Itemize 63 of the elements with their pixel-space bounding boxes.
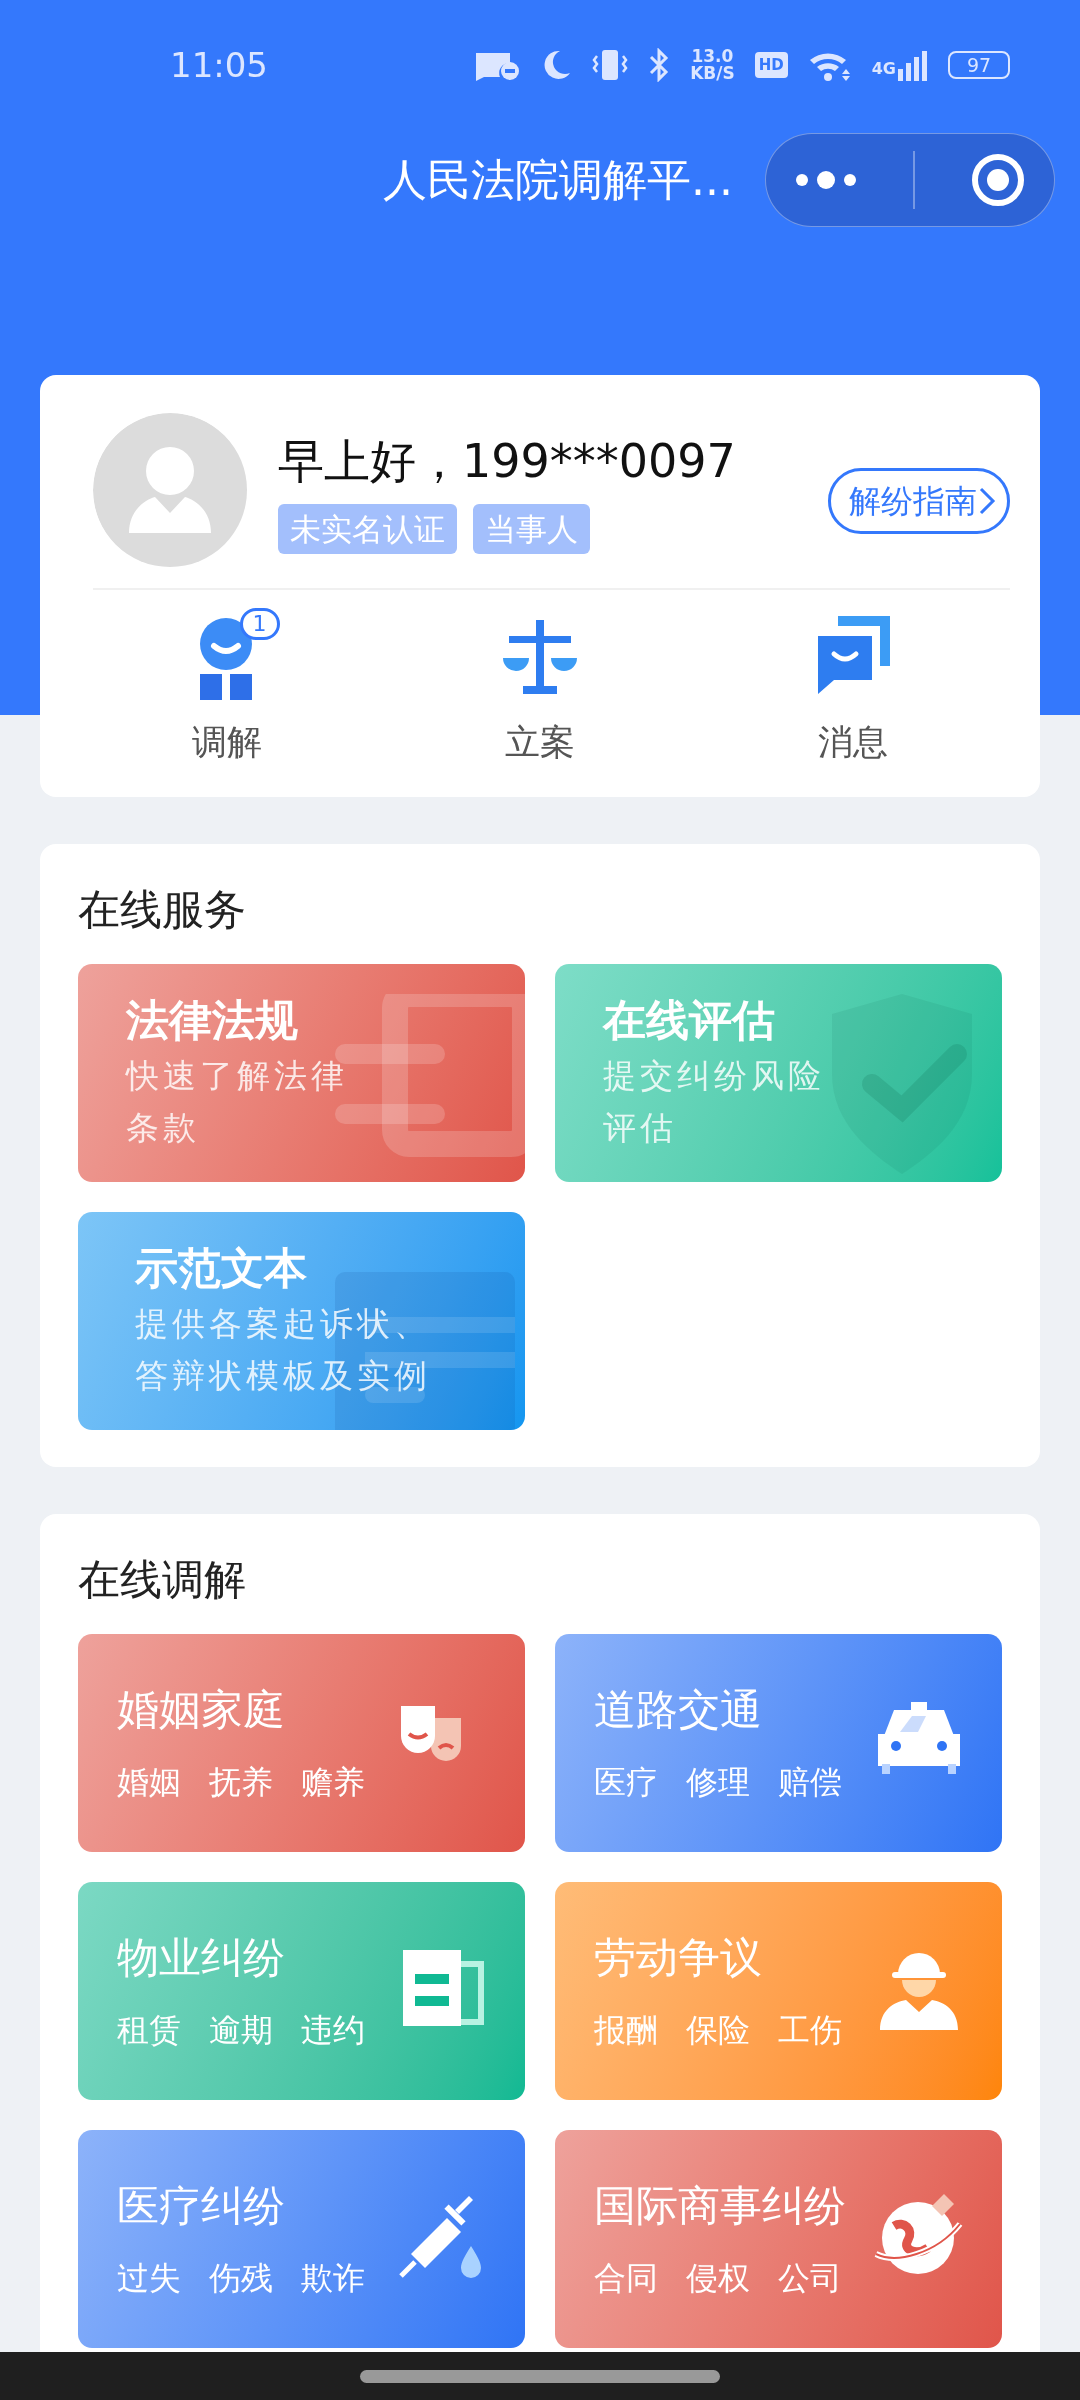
card-tag: 逾期 bbox=[209, 2005, 273, 2054]
category-card[interactable]: 医疗纠纷 过失 伤残 欺诈 bbox=[78, 2129, 525, 2348]
card-description: 提交纠纷风险评估 bbox=[603, 1054, 826, 1149]
guide-button[interactable]: 解纷指南 bbox=[828, 467, 1010, 534]
card-title: 劳动争议 bbox=[594, 1931, 763, 1984]
card-title: 物业纠纷 bbox=[117, 1931, 286, 1984]
service-card[interactable]: 示范文本 提供各案起诉状、答辩状模板及实例 bbox=[78, 1211, 525, 1430]
card-title: 法律法规 bbox=[126, 993, 299, 1047]
service-card[interactable]: 法律法规 快速了解法律条款 bbox=[78, 963, 525, 1182]
shortcut-label[interactable]: 消息 bbox=[817, 716, 888, 769]
network-type: 4G bbox=[871, 58, 896, 80]
speed-unit: KB/S bbox=[690, 65, 735, 82]
service-card[interactable]: 在线评估 提交纠纷风险评估 bbox=[555, 963, 1002, 1182]
count-badge: 1 bbox=[239, 608, 280, 640]
card-description: 快速了解法律条款 bbox=[126, 1054, 349, 1149]
card-tag: 工伤 bbox=[778, 2005, 842, 2054]
category-card[interactable]: 国际商事纠纷 合同 侵权 公司 bbox=[555, 2129, 1002, 2348]
card-tag: 赔偿 bbox=[778, 1757, 842, 1806]
card-tag: 欺诈 bbox=[301, 2253, 365, 2302]
chevron-right-icon bbox=[977, 485, 997, 516]
user-tag: 当事人 bbox=[473, 503, 590, 555]
card-tag: 保险 bbox=[686, 2005, 750, 2054]
clock-time: 11:05 bbox=[170, 43, 268, 87]
signal-icon bbox=[898, 49, 928, 81]
more-icon[interactable] bbox=[793, 170, 858, 190]
bluetooth-icon bbox=[648, 48, 671, 82]
card-title: 医疗纠纷 bbox=[117, 2179, 286, 2232]
card-tag: 修理 bbox=[686, 1757, 750, 1806]
greeting-text: 早上好，199***0097 bbox=[278, 432, 737, 490]
category-card[interactable]: 劳动争议 报酬 保险 工伤 bbox=[555, 1881, 1002, 2100]
card-tag: 婚姻 bbox=[117, 1757, 181, 1806]
card-title: 婚姻家庭 bbox=[117, 1683, 286, 1736]
network-speed: 13.0 bbox=[690, 48, 735, 65]
card-title: 示范文本 bbox=[135, 1241, 308, 1295]
shortcut-label[interactable]: 立案 bbox=[504, 716, 575, 769]
card-title: 国际商事纠纷 bbox=[594, 2179, 847, 2232]
section-title: 在线调解 bbox=[78, 1553, 247, 1606]
card-tag: 租赁 bbox=[117, 2005, 181, 2054]
section-title: 在线服务 bbox=[78, 883, 247, 936]
category-card[interactable]: 物业纠纷 租赁 逾期 违约 bbox=[78, 1881, 525, 2100]
category-card[interactable]: 道路交通 医疗 修理 赔偿 bbox=[555, 1633, 1002, 1852]
card-tag: 伤残 bbox=[209, 2253, 273, 2302]
card-title: 道路交通 bbox=[594, 1683, 763, 1736]
card-tag: 合同 bbox=[594, 2253, 658, 2302]
shortcut-label[interactable]: 调解 bbox=[191, 716, 262, 769]
card-description: 提供各案起诉状、答辩状模板及实例 bbox=[135, 1302, 432, 1397]
home-indicator[interactable] bbox=[360, 2369, 720, 2383]
card-tag: 医疗 bbox=[594, 1757, 658, 1806]
category-card[interactable]: 婚姻家庭 婚姻 抚养 赡养 bbox=[78, 1633, 525, 1852]
battery-level: 97 bbox=[948, 51, 1010, 79]
card-tag: 抚养 bbox=[209, 1757, 273, 1806]
card-title: 在线评估 bbox=[603, 993, 776, 1047]
hd-badge: HD bbox=[754, 51, 788, 79]
card-tag: 过失 bbox=[117, 2253, 181, 2302]
card-tag: 公司 bbox=[778, 2253, 842, 2302]
avatar-icon bbox=[93, 413, 248, 568]
user-tag: 未实名认证 bbox=[278, 503, 457, 555]
card-tag: 赡养 bbox=[301, 1757, 365, 1806]
vibrate-icon bbox=[592, 48, 629, 82]
card-tag: 报酬 bbox=[594, 2005, 658, 2054]
card-tag: 违约 bbox=[301, 2005, 365, 2054]
page-title: 人民法院调解平... bbox=[383, 153, 733, 207]
card-tag: 侵权 bbox=[686, 2253, 750, 2302]
